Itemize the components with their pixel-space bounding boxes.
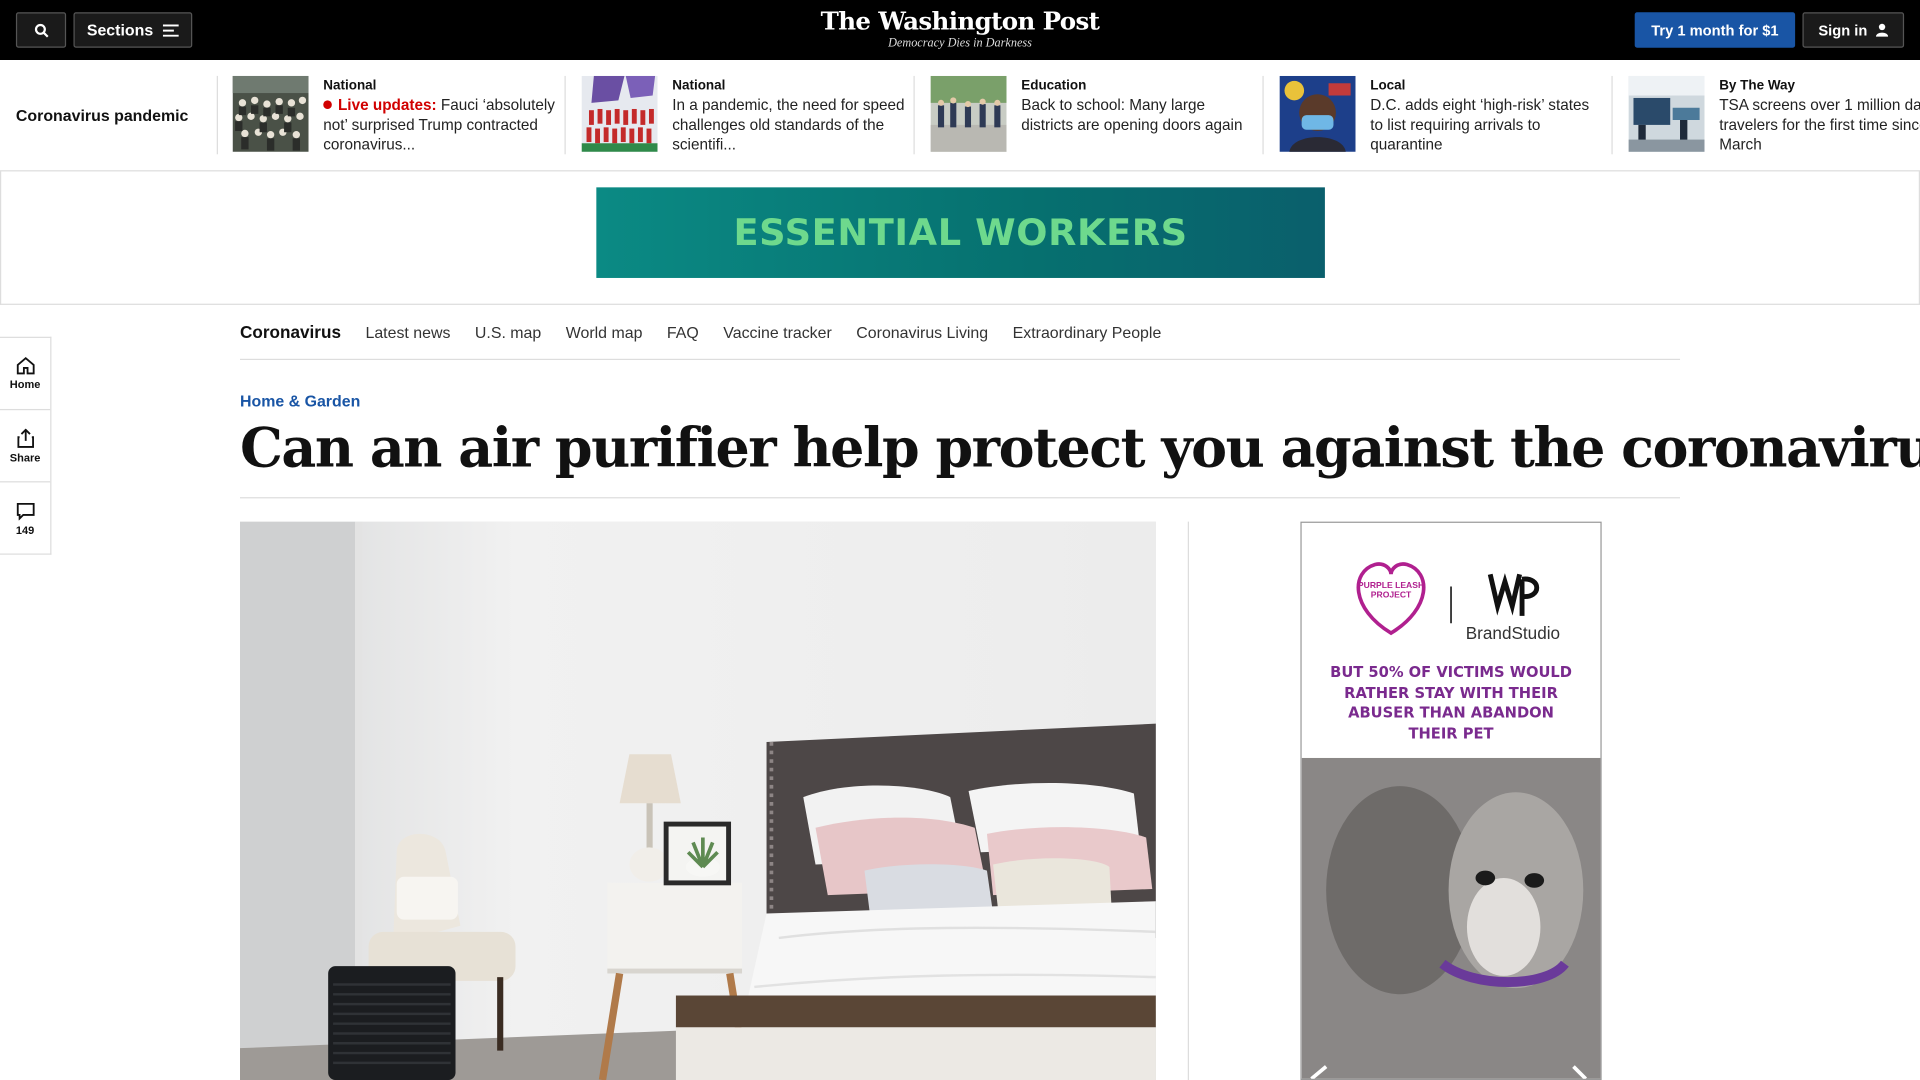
- sign-in-label: Sign in: [1818, 21, 1868, 39]
- story-category: By The Way: [1719, 78, 1796, 94]
- logo-name: The Washington Post: [820, 6, 1100, 36]
- story-category: National: [323, 78, 377, 94]
- site-logo[interactable]: The Washington Post Democracy Dies in Da…: [0, 6, 1920, 50]
- story-headline[interactable]: TSA screens over 1 million daily travele…: [1719, 96, 1920, 155]
- story-thumbnail: [1279, 75, 1356, 152]
- share-label: Share: [9, 451, 41, 464]
- story-category: Local: [1370, 78, 1406, 94]
- sign-in-button[interactable]: Sign in: [1802, 12, 1905, 48]
- ad-slogan: BUT 50% OF VICTIMS WOULD RATHER STAY WIT…: [1330, 663, 1572, 742]
- story-category: Education: [1021, 78, 1087, 94]
- side-advertisement[interactable]: PURPLE LEASH PROJECT BrandStudio BUT 50%…: [1300, 521, 1602, 1080]
- ad-logo-text: PURPLE LEASH PROJECT: [1357, 581, 1425, 601]
- story-thumbnail: [581, 75, 658, 152]
- coronavirus-story-strip: Coronavirus pandemic National Live updat…: [0, 60, 1920, 172]
- home-button[interactable]: Home: [0, 338, 51, 411]
- strip-story[interactable]: Local D.C. adds eight ‘high-risk’ states…: [1264, 75, 1613, 155]
- subnav-link-extraordinary-people[interactable]: Extraordinary People: [1013, 323, 1162, 341]
- coronavirus-subnav: Coronavirus Latest news U.S. map World m…: [240, 305, 1681, 361]
- story-category: National: [672, 78, 726, 94]
- strip-story[interactable]: Education Back to school: Many large dis…: [915, 75, 1264, 155]
- comments-button[interactable]: 149: [0, 482, 50, 554]
- live-updates-label: Live updates:: [337, 96, 437, 114]
- story-headline[interactable]: Live updates: Fauci ‘absolutely not’ sur…: [323, 96, 556, 155]
- story-thumbnail: [232, 75, 309, 152]
- home-label: Home: [9, 378, 41, 391]
- strip-story[interactable]: By The Way TSA screens over 1 million da…: [1613, 75, 1920, 155]
- share-icon: [16, 427, 34, 448]
- subnav-link-faq[interactable]: FAQ: [667, 323, 699, 341]
- story-thumbnail: [1628, 75, 1705, 152]
- story-headline[interactable]: In a pandemic, the need for speed challe…: [672, 96, 905, 155]
- subnav-brand[interactable]: Coronavirus: [240, 322, 341, 342]
- comment-icon: [16, 502, 34, 520]
- essential-workers-banner[interactable]: ESSENTIAL WORKERS: [596, 187, 1325, 278]
- logo-tagline: Democracy Dies in Darkness: [888, 36, 1032, 51]
- story-thumbnail: [930, 75, 1007, 152]
- article-headline: Can an air purifier help protect you aga…: [240, 417, 1920, 481]
- section-kicker[interactable]: Home & Garden: [240, 392, 360, 410]
- live-dot-icon: [323, 100, 332, 109]
- story-headline[interactable]: Back to school: Many large districts are…: [1021, 96, 1254, 135]
- subnav-link-us-map[interactable]: U.S. map: [475, 323, 541, 341]
- article-lead-image: [240, 521, 1156, 1080]
- top-ad-slot: ESSENTIAL WORKERS: [0, 171, 1920, 305]
- strip-story[interactable]: National Live updates: Fauci ‘absolutely…: [217, 75, 566, 155]
- subnav-link-coronavirus-living[interactable]: Coronavirus Living: [856, 323, 988, 341]
- strip-story[interactable]: National In a pandemic, the need for spe…: [566, 75, 915, 155]
- story-headline[interactable]: D.C. adds eight ‘high-risk’ states to li…: [1370, 96, 1603, 155]
- subscribe-button[interactable]: Try 1 month for $1: [1634, 12, 1796, 48]
- user-icon: [1875, 23, 1889, 37]
- subnav-link-latest-news[interactable]: Latest news: [365, 323, 450, 341]
- divider: [240, 497, 1681, 499]
- top-bar: Sections The Washington Post Democracy D…: [0, 0, 1920, 61]
- brandstudio-label: BrandStudio: [1465, 623, 1561, 643]
- subnav-link-world-map[interactable]: World map: [566, 323, 643, 341]
- divider: [1187, 521, 1189, 1080]
- strip-label[interactable]: Coronavirus pandemic: [16, 107, 189, 125]
- comment-count: 149: [15, 523, 35, 536]
- share-button[interactable]: Share: [0, 410, 51, 483]
- home-icon: [16, 356, 34, 375]
- subnav-link-vaccine-tracker[interactable]: Vaccine tracker: [723, 323, 832, 341]
- left-action-rail: Home Share 149: [0, 336, 52, 555]
